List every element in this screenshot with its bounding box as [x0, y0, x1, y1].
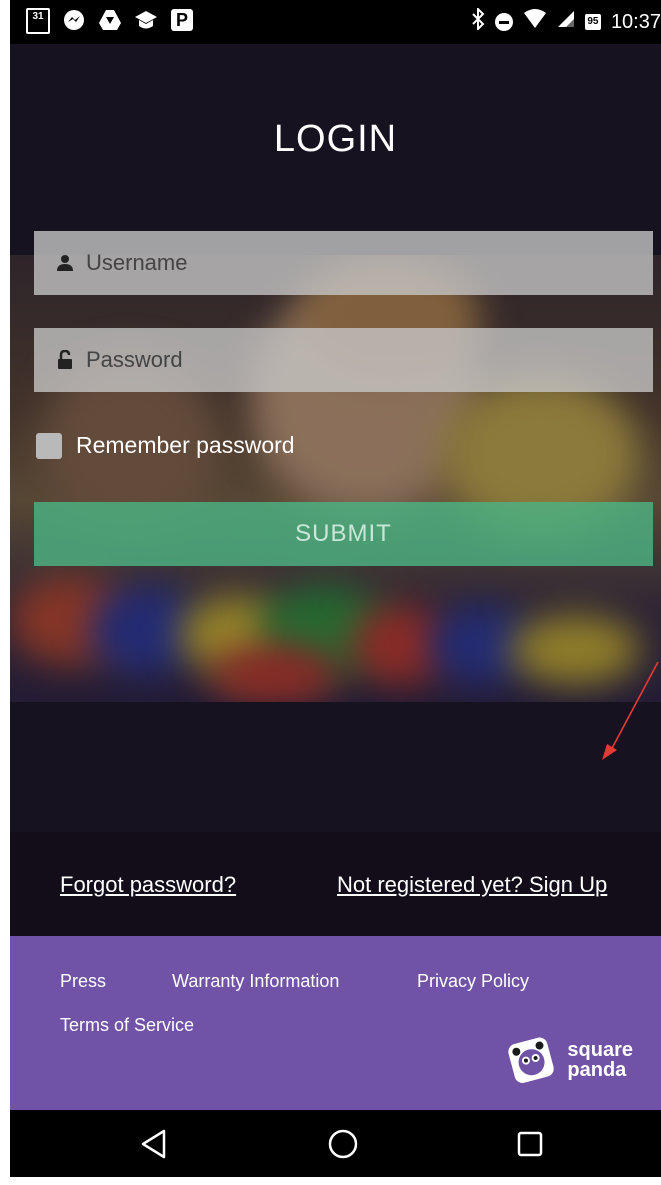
drive-icon [98, 8, 122, 32]
remember-password-row[interactable]: Remember password [36, 432, 295, 459]
home-icon[interactable] [323, 1126, 363, 1162]
status-bar-left: 31 P [26, 8, 194, 34]
footer: Press Warranty Information Privacy Polic… [10, 936, 661, 1110]
footer-link-privacy[interactable]: Privacy Policy [417, 971, 529, 992]
links-bar: Forgot password? Not registered yet? Sig… [10, 832, 661, 936]
battery-icon: 95 [584, 14, 601, 30]
unlock-icon [54, 350, 76, 370]
app-frame: 31 P 95 10:37 LOGIN Username Remember pa… [10, 0, 661, 1177]
square-panda-logo: square panda [503, 1034, 633, 1086]
photo-overlay [10, 255, 661, 702]
status-bar-right: 95 10:37 [471, 6, 661, 36]
background-photo [10, 255, 661, 702]
logo-text-panda: panda [567, 1059, 627, 1081]
bluetooth-icon [471, 6, 485, 36]
password-input[interactable] [84, 346, 608, 374]
username-input[interactable] [84, 249, 608, 277]
password-field[interactable] [34, 328, 653, 392]
parking-label: P [171, 9, 193, 31]
wifi-icon [523, 9, 547, 35]
remember-password-label[interactable]: Remember password [76, 432, 295, 459]
username-field[interactable] [34, 231, 653, 295]
messenger-icon [62, 8, 86, 32]
logo-text-square: square [567, 1039, 633, 1061]
sign-up-link[interactable]: Not registered yet? Sign Up [337, 872, 607, 898]
remember-password-checkbox[interactable] [36, 432, 62, 459]
calendar-icon: 31 [26, 8, 50, 34]
education-icon [134, 8, 158, 32]
footer-link-warranty[interactable]: Warranty Information [172, 971, 339, 992]
submit-button[interactable]: SUBMIT [34, 502, 653, 566]
annotation-arrow [602, 661, 659, 760]
footer-link-terms[interactable]: Terms of Service [60, 1015, 194, 1036]
status-bar: 31 P 95 10:37 [10, 0, 661, 44]
parking-icon: P [170, 8, 194, 32]
user-icon [54, 254, 76, 272]
do-not-disturb-icon [494, 13, 513, 31]
panda-icon [508, 1037, 555, 1083]
page-title: LOGIN [273, 118, 398, 160]
footer-link-press[interactable]: Press [60, 971, 106, 992]
navigation-bar [10, 1110, 661, 1177]
back-icon[interactable] [134, 1126, 174, 1162]
forgot-password-link[interactable]: Forgot password? [60, 872, 236, 898]
clock: 10:37 [610, 10, 661, 33]
recents-icon[interactable] [510, 1126, 550, 1162]
signal-icon [557, 10, 575, 34]
calendar-day: 31 [26, 8, 50, 34]
